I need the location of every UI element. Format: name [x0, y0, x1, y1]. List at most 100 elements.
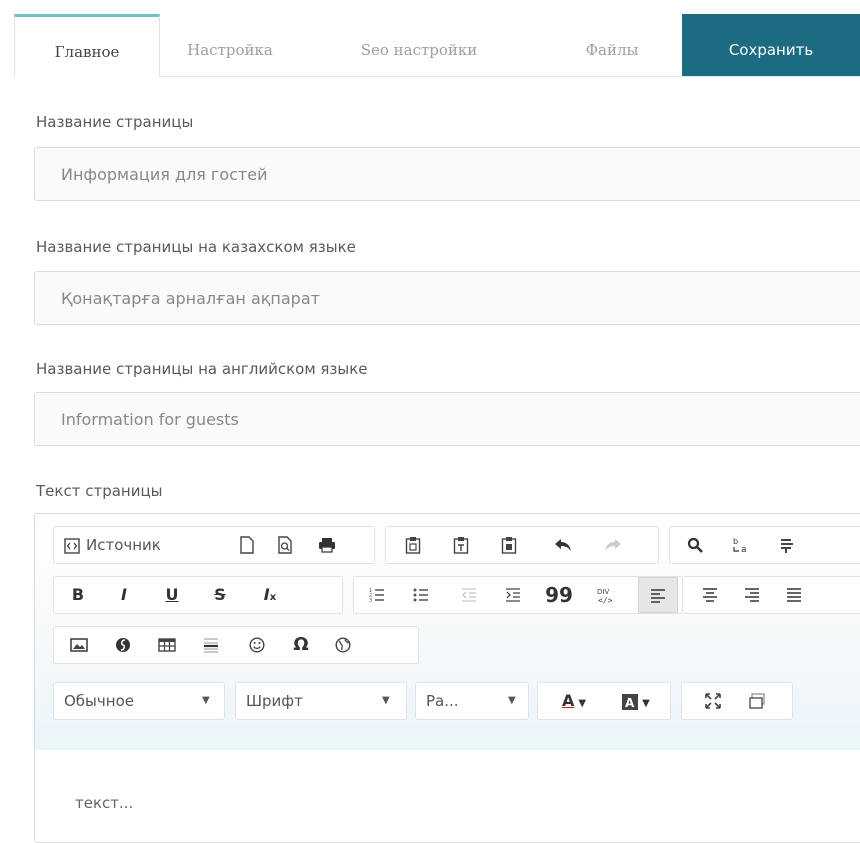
new-page-button[interactable] — [230, 527, 264, 563]
editor-content-area[interactable]: текст... — [35, 750, 860, 842]
toolbar-group-paragraph: 123 99 DIV </> — [353, 576, 683, 614]
indent-button[interactable] — [496, 577, 530, 613]
italic-button[interactable]: I — [106, 577, 142, 613]
align-justify-button[interactable] — [777, 577, 811, 613]
paste-text-button[interactable] — [444, 527, 478, 563]
special-char-button[interactable]: Ω — [284, 627, 318, 663]
kz-title-field[interactable] — [34, 271, 860, 325]
outdent-button[interactable] — [452, 577, 486, 613]
format-dropdown[interactable]: Обычное ▼ — [53, 682, 225, 720]
table-icon — [150, 638, 184, 652]
align-center-button[interactable] — [693, 577, 727, 613]
paste-icon — [396, 536, 430, 554]
omega-icon: Ω — [293, 634, 309, 655]
svg-text:a: a — [741, 545, 747, 554]
image-button[interactable] — [62, 627, 96, 663]
toolbar-group-find: ba — [669, 526, 860, 564]
flash-icon — [106, 637, 140, 653]
tab-files[interactable]: Файлы — [544, 14, 680, 76]
bulleted-list-button[interactable] — [404, 577, 438, 613]
print-button[interactable] — [310, 527, 344, 563]
size-dropdown-label: Ра... — [426, 692, 459, 710]
align-right-button[interactable] — [735, 577, 769, 613]
editor-content-text: текст... — [75, 794, 134, 812]
size-dropdown[interactable]: Ра... ▼ — [415, 682, 529, 720]
underline-icon: U — [165, 585, 179, 604]
toolbar-group-basicstyles: B I U S Ix — [53, 576, 343, 614]
tab-bar: Главное Настройка Seo настройки Файлы Со… — [14, 14, 860, 78]
kz-title-label: Название страницы на казахском языке — [36, 238, 356, 256]
source-button[interactable]: Источник — [60, 527, 204, 563]
en-title-label: Название страницы на английском языке — [36, 360, 368, 378]
flash-button[interactable] — [106, 627, 140, 663]
redo-icon — [596, 538, 630, 552]
blockquote-icon: 99 — [545, 583, 573, 607]
bold-icon: B — [71, 585, 85, 604]
smiley-button[interactable] — [240, 627, 274, 663]
save-button[interactable]: Сохранить — [682, 14, 860, 76]
remove-format-button[interactable]: Ix — [250, 577, 290, 613]
tab-seo[interactable]: Seo настройки — [304, 14, 534, 76]
horizontal-line-icon — [194, 637, 228, 653]
tab-settings[interactable]: Настройка — [160, 14, 300, 76]
globe-icon — [326, 637, 360, 653]
align-left-button[interactable] — [638, 577, 678, 613]
svg-text:b: b — [733, 537, 738, 546]
format-dropdown-label: Обычное — [64, 692, 134, 710]
en-title-field[interactable] — [34, 392, 860, 446]
select-all-button[interactable] — [770, 527, 804, 563]
paste-text-icon — [444, 536, 478, 554]
toolbar-group-document: Источник — [53, 526, 375, 564]
undo-icon — [546, 538, 580, 552]
show-blocks-button[interactable] — [740, 683, 774, 719]
paste-word-icon — [492, 536, 526, 554]
bulleted-list-icon — [404, 587, 438, 603]
en-title-input[interactable] — [35, 393, 860, 445]
title-field[interactable] — [34, 147, 860, 201]
table-button[interactable] — [150, 627, 184, 663]
outdent-icon — [452, 587, 486, 603]
preview-button[interactable] — [268, 527, 302, 563]
background-color-button[interactable]: A ▼ — [608, 683, 664, 719]
maximize-button[interactable] — [696, 683, 730, 719]
create-div-button[interactable]: DIV </> — [588, 577, 622, 613]
strikethrough-button[interactable]: S — [202, 577, 238, 613]
text-color-icon: A — [561, 691, 575, 710]
font-dropdown-label: Шрифт — [246, 692, 303, 710]
bold-button[interactable]: B — [60, 577, 96, 613]
toolbar-group-insert: Ω — [53, 626, 419, 664]
rich-text-editor: Источник b a B I U S Ix 1 2 3 99 DIV </>… — [34, 513, 860, 843]
remove-format-icon: Ix — [263, 585, 277, 604]
redo-button[interactable] — [596, 527, 630, 563]
smiley-icon — [240, 637, 274, 653]
new-page-icon — [230, 536, 264, 554]
strikethrough-icon: S — [214, 585, 226, 604]
horizontal-line-button[interactable] — [194, 627, 228, 663]
div-container-icon: DIV </> — [588, 586, 622, 604]
blockquote-button[interactable]: 99 — [542, 577, 576, 613]
chevron-down-icon: ▼ — [508, 695, 516, 706]
tab-main[interactable]: Главное — [14, 14, 160, 78]
iframe-button[interactable] — [326, 627, 360, 663]
numbered-list-button[interactable]: 123 — [360, 577, 394, 613]
find-button[interactable] — [678, 527, 712, 563]
paste-word-button[interactable] — [492, 527, 526, 563]
svg-text:</>: </> — [598, 596, 613, 604]
top-strip — [0, 0, 860, 14]
title-input[interactable] — [35, 148, 860, 200]
svg-text:A: A — [625, 696, 635, 710]
undo-button[interactable] — [546, 527, 580, 563]
replace-button[interactable]: ba — [724, 527, 758, 563]
underline-button[interactable]: U — [154, 577, 190, 613]
chevron-down-icon: ▼ — [642, 698, 650, 709]
replace-icon: ba — [724, 536, 758, 554]
image-icon — [62, 638, 96, 652]
font-dropdown[interactable]: Шрифт ▼ — [235, 682, 407, 720]
kz-title-input[interactable] — [35, 272, 860, 324]
numbered-list-icon: 123 — [360, 587, 394, 603]
paste-button[interactable] — [396, 527, 430, 563]
select-all-icon — [770, 537, 804, 553]
text-color-button[interactable]: A ▼ — [546, 683, 602, 719]
toolbar-group-align — [683, 576, 860, 614]
search-icon — [678, 537, 712, 553]
